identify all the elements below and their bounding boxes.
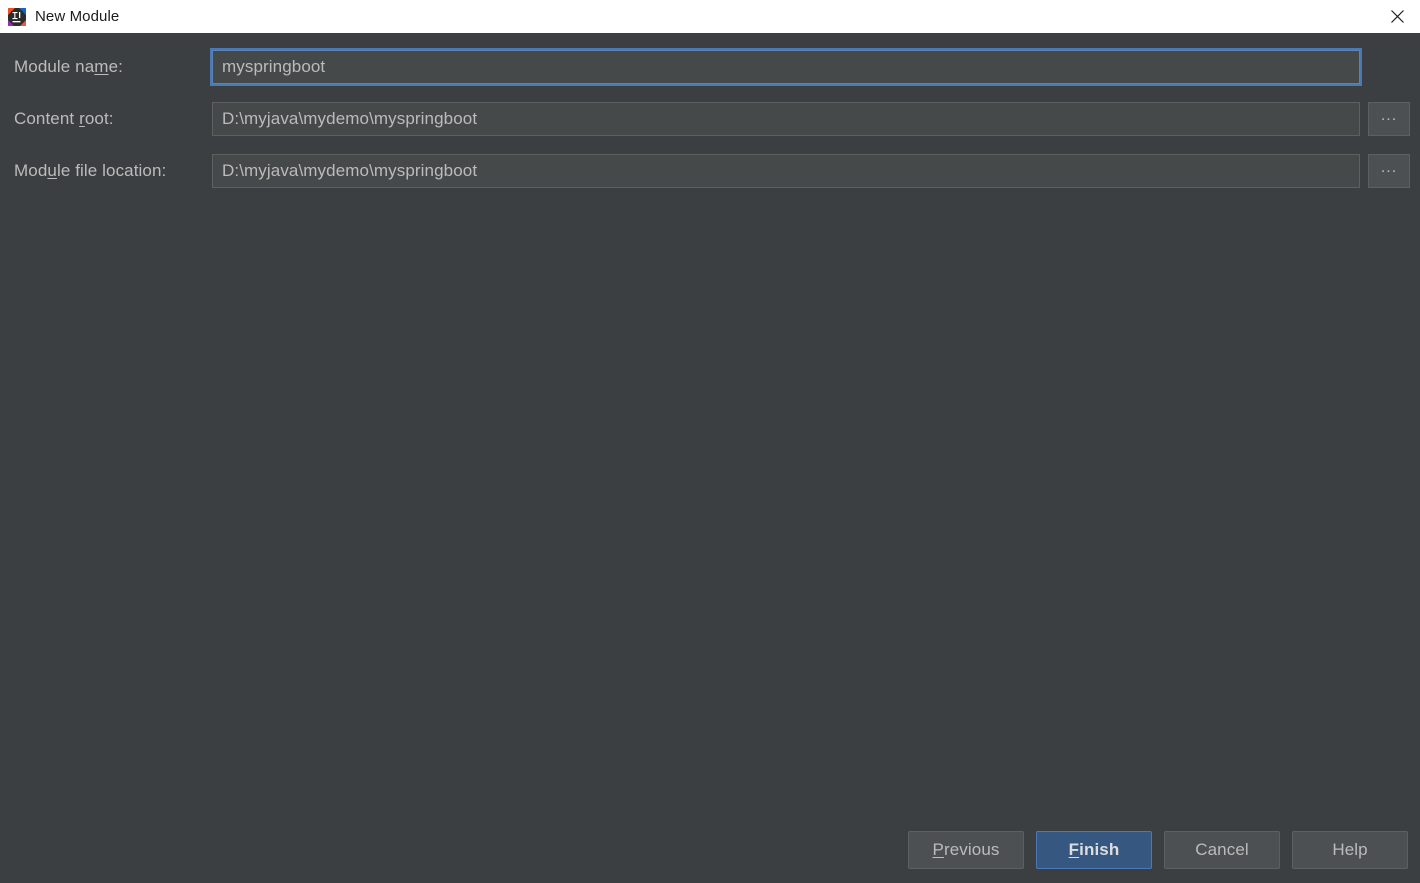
previous-button[interactable]: Previous: [908, 831, 1024, 869]
content-root-browse-button[interactable]: ...: [1368, 102, 1410, 136]
new-module-dialog: New Module Module name: myspringboot Con…: [0, 0, 1420, 883]
content-root-label: Content root:: [14, 109, 114, 128]
module-form: Module name: myspringboot Content root: …: [0, 33, 1420, 191]
help-button[interactable]: Help: [1292, 831, 1408, 869]
form-row-content-root: Content root: D:\myjava\mydemo\myspringb…: [14, 99, 1410, 139]
module-name-input-wrap: myspringboot: [210, 48, 1410, 86]
module-file-location-input-wrap: D:\myjava\mydemo\myspringboot ...: [212, 154, 1410, 188]
content-root-input[interactable]: D:\myjava\mydemo\myspringboot: [212, 102, 1360, 136]
close-icon[interactable]: [1374, 0, 1420, 33]
module-file-location-browse-button[interactable]: ...: [1368, 154, 1410, 188]
form-row-module-name: Module name: myspringboot: [14, 47, 1410, 87]
module-file-location-label: Module file location:: [14, 161, 167, 180]
title-bar: New Module: [0, 0, 1420, 33]
finish-button[interactable]: Finish: [1036, 831, 1152, 869]
intellij-idea-logo-icon: [8, 7, 26, 26]
module-name-label: Module name:: [14, 57, 123, 76]
form-row-module-file-location: Module file location: D:\myjava\mydemo\m…: [14, 151, 1410, 191]
module-name-input[interactable]: myspringboot: [210, 48, 1362, 86]
cancel-button[interactable]: Cancel: [1164, 831, 1280, 869]
content-root-input-wrap: D:\myjava\mydemo\myspringboot ...: [212, 102, 1410, 136]
dialog-body: Module name: myspringboot Content root: …: [0, 33, 1420, 883]
window-title: New Module: [35, 8, 120, 25]
dialog-footer: Previous Finish Cancel Help: [0, 817, 1420, 883]
module-file-location-input[interactable]: D:\myjava\mydemo\myspringboot: [212, 154, 1360, 188]
